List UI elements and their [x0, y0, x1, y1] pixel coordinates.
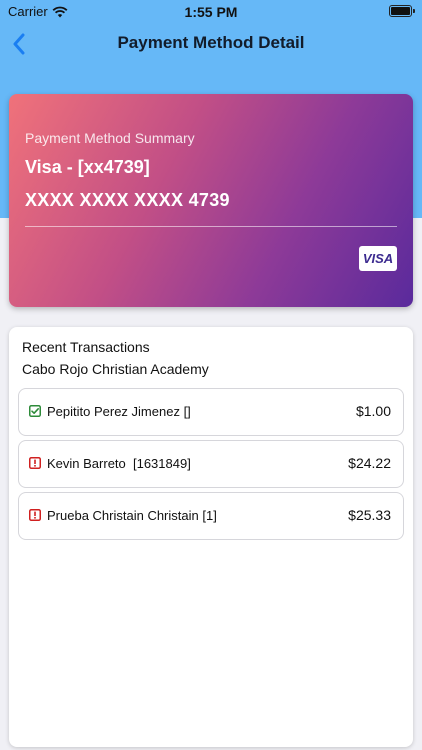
transaction-row[interactable]: Prueba Christain Christain [1] $25.33: [18, 492, 404, 540]
page-title: Payment Method Detail: [117, 33, 305, 52]
school-name: Cabo Rojo Christian Academy: [22, 361, 209, 377]
screen: Carrier 1:55 PM Payment Method Detail Pa…: [0, 0, 422, 750]
transaction-amount: $1.00: [355, 403, 391, 419]
battery-icon: [389, 5, 415, 17]
card-name: Visa - [xx4739]: [25, 157, 150, 177]
transaction-name: Kevin Barreto [1631849]: [47, 456, 191, 471]
transaction-row[interactable]: Pepitito Perez Jimenez [] $1.00: [18, 388, 404, 436]
alert-icon: [29, 457, 41, 469]
card-number: XXXX XXXX XXXX 4739: [25, 190, 230, 210]
transaction-amount: $25.33: [348, 507, 391, 523]
transactions-panel: Recent Transactions Cabo Rojo Christian …: [9, 327, 413, 747]
card-divider: [25, 226, 397, 227]
alert-icon: [29, 509, 41, 521]
checkbox-checked-icon: [29, 405, 41, 417]
summary-label: Payment Method Summary: [25, 130, 195, 146]
transaction-amount: $24.22: [348, 455, 391, 471]
status-bar: Carrier 1:55 PM: [0, 0, 422, 24]
transactions-list: Pepitito Perez Jimenez [] $1.00 Kevin Ba…: [18, 388, 404, 544]
nav-bar: Payment Method Detail: [0, 24, 422, 64]
transaction-name: Pepitito Perez Jimenez []: [47, 404, 191, 419]
transactions-header: Recent Transactions: [22, 339, 150, 355]
payment-method-card: Payment Method Summary Visa - [xx4739] X…: [9, 94, 413, 307]
visa-logo-icon: VISA: [359, 246, 397, 271]
transaction-name: Prueba Christain Christain [1]: [47, 508, 217, 523]
status-time: 1:55 PM: [184, 4, 238, 20]
transaction-row[interactable]: Kevin Barreto [1631849] $24.22: [18, 440, 404, 488]
